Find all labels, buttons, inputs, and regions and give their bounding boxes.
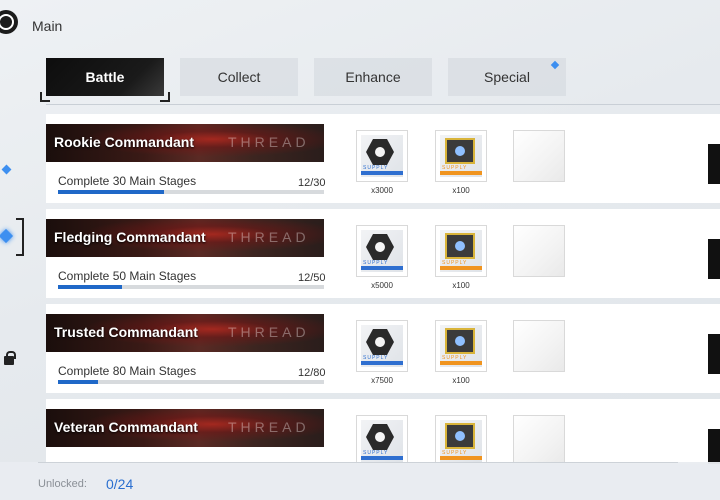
achievement-task: Complete 80 Main Stages <box>58 364 197 378</box>
progress-bar <box>58 285 324 289</box>
supply-chip-icon <box>445 138 475 164</box>
reward-slot[interactable]: SUPPLY <box>356 320 408 372</box>
reward-qty: x100 <box>452 186 470 195</box>
selection-bracket <box>16 218 24 256</box>
rarity-stripe <box>440 456 482 460</box>
rarity-stripe <box>440 266 482 270</box>
achievement-banner: Fledging Commandant THREAD <box>46 219 324 257</box>
achievement-banner: Trusted Commandant THREAD <box>46 314 324 352</box>
supply-chip-icon <box>445 423 475 449</box>
achievement-title: Rookie Commandant <box>54 134 195 150</box>
rarity-stripe <box>361 171 403 175</box>
achievement-title: Veteran Commandant <box>54 419 198 435</box>
achievement-banner: Rookie Commandant THREAD <box>46 124 324 162</box>
achievement-row: Fledging Commandant THREAD Complete 50 M… <box>46 209 720 298</box>
footer-divider <box>38 462 678 463</box>
selected-diamond-icon <box>0 228 14 244</box>
achievement-count: 12/50 <box>298 272 326 284</box>
achievement-banner: Veteran Commandant THREAD <box>46 409 324 447</box>
achievement-row: Veteran Commandant THREAD SUPPLY SUPPLY <box>46 399 720 464</box>
top-bar: Main <box>0 0 720 52</box>
claim-button[interactable] <box>708 334 720 374</box>
claim-button[interactable] <box>708 429 720 464</box>
tab-collect[interactable]: Collect <box>180 58 298 96</box>
reward-qty: x7500 <box>371 376 393 385</box>
side-selected-marker[interactable] <box>0 218 24 256</box>
tab-bar: Battle Collect Enhance Special <box>40 58 566 102</box>
reward-slot[interactable]: SUPPLY <box>356 130 408 182</box>
lock-icon <box>4 351 16 365</box>
reward-qty: x100 <box>452 376 470 385</box>
banner-watermark: THREAD <box>228 324 310 340</box>
achievement-row: Rookie Commandant THREAD Complete 30 Mai… <box>46 114 720 203</box>
reward-slot-empty <box>513 320 565 372</box>
achievement-task: Complete 30 Main Stages <box>58 174 197 188</box>
tab-special[interactable]: Special <box>448 58 566 96</box>
progress-fill <box>58 285 122 289</box>
supply-chip-icon <box>445 328 475 354</box>
claim-button[interactable] <box>708 239 720 279</box>
reward-slot[interactable]: SUPPLY <box>356 225 408 277</box>
achievement-count: 12/30 <box>298 177 326 189</box>
achievement-list[interactable]: Rookie Commandant THREAD Complete 30 Mai… <box>38 114 720 464</box>
claim-button[interactable] <box>708 144 720 184</box>
reward-slot-empty <box>513 415 565 464</box>
rarity-stripe <box>361 361 403 365</box>
reward-slot-empty <box>513 130 565 182</box>
supply-chip-icon <box>445 233 475 259</box>
breadcrumb-main: Main <box>32 18 63 34</box>
achievement-title: Fledging Commandant <box>54 229 206 245</box>
progress-bar <box>58 190 324 194</box>
progress-fill <box>58 380 98 384</box>
reward-slot[interactable]: SUPPLY <box>435 225 487 277</box>
reward-slot[interactable]: SUPPLY <box>435 415 487 464</box>
progress-fill <box>58 190 165 194</box>
achievement-task: Complete 50 Main Stages <box>58 269 197 283</box>
tab-enhance[interactable]: Enhance <box>314 58 432 96</box>
tab-divider <box>46 104 720 105</box>
reward-qty: x3000 <box>371 186 393 195</box>
banner-watermark: THREAD <box>228 229 310 245</box>
progress-bar <box>58 380 324 384</box>
banner-watermark: THREAD <box>228 419 310 435</box>
reward-slot[interactable]: SUPPLY <box>435 130 487 182</box>
reward-qty: x100 <box>452 281 470 290</box>
reward-qty: x5000 <box>371 281 393 290</box>
side-diamond-icon <box>1 164 12 175</box>
reward-slot-empty <box>513 225 565 277</box>
achievement-count: 12/80 <box>298 367 326 379</box>
rarity-stripe <box>440 361 482 365</box>
reward-slot[interactable]: SUPPLY <box>356 415 408 464</box>
reward-slot[interactable]: SUPPLY <box>435 320 487 372</box>
rarity-stripe <box>440 171 482 175</box>
rarity-stripe <box>361 266 403 270</box>
achievement-title: Trusted Commandant <box>54 324 198 340</box>
unlocked-count: 0/24 <box>106 476 134 492</box>
achievement-row: Trusted Commandant THREAD Complete 80 Ma… <box>46 304 720 393</box>
tab-battle[interactable]: Battle <box>40 58 170 102</box>
menu-ring-icon[interactable] <box>0 10 18 34</box>
banner-watermark: THREAD <box>228 134 310 150</box>
rarity-stripe <box>361 456 403 460</box>
unlocked-label: Unlocked: <box>38 478 87 490</box>
